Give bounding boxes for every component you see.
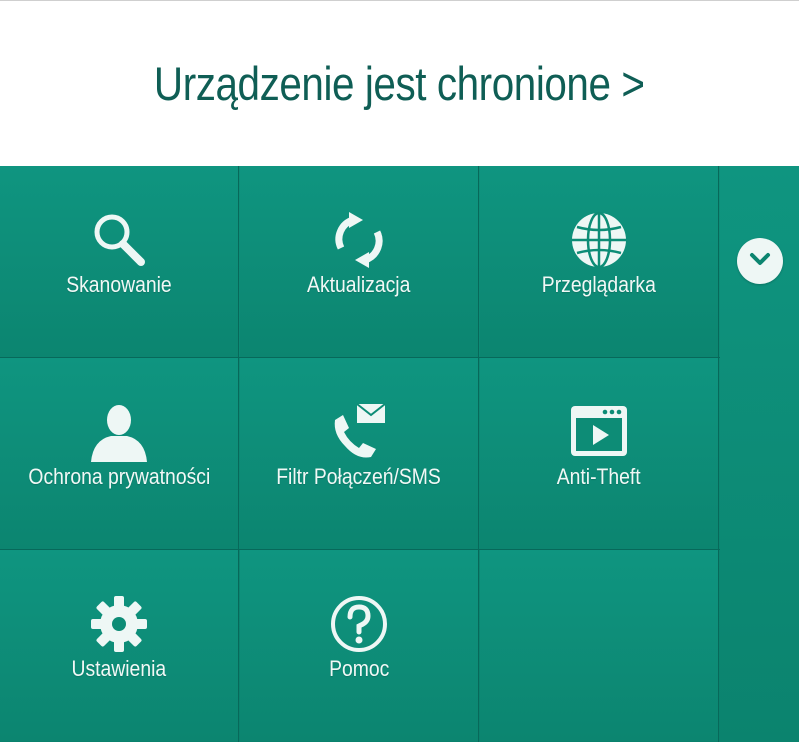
tile-update-label: Aktualizacja <box>307 272 411 297</box>
question-icon <box>327 592 391 656</box>
tile-browser[interactable]: Przeglądarka <box>480 166 718 357</box>
tile-privacy-label: Ochrona prywatności <box>28 464 210 489</box>
grid-divider <box>0 549 720 550</box>
tile-settings-label: Ustawienia <box>71 656 167 681</box>
tile-scan[interactable]: Skanowanie <box>0 166 238 357</box>
grid-divider <box>0 357 720 358</box>
tile-scan-label: Skanowanie <box>66 272 172 297</box>
tile-call-filter-label: Filtr Połączeń/SMS <box>276 464 442 489</box>
tile-browser-label: Przeglądarka <box>541 272 657 297</box>
tile-anti-theft[interactable]: Anti-Theft <box>480 358 718 549</box>
globe-icon <box>567 208 631 272</box>
gear-icon <box>87 592 151 656</box>
chevron-down-icon <box>748 251 772 272</box>
feature-grid: Skanowanie Aktualizacja Przeglądarka Och… <box>0 166 799 742</box>
tile-privacy[interactable]: Ochrona prywatności <box>0 358 238 549</box>
magnifier-icon <box>87 208 151 272</box>
protection-status-title: Urządzenie jest chronione > <box>154 57 645 110</box>
phone-envelope-icon <box>327 400 391 464</box>
expand-button[interactable] <box>737 238 783 284</box>
grid-divider <box>478 166 479 742</box>
grid-divider <box>238 166 239 742</box>
refresh-icon <box>327 208 391 272</box>
tile-call-filter[interactable]: Filtr Połączeń/SMS <box>240 358 478 549</box>
grid-divider <box>718 166 719 742</box>
tile-help[interactable]: Pomoc <box>240 550 478 741</box>
tile-help-label: Pomoc <box>328 656 390 681</box>
tile-update[interactable]: Aktualizacja <box>240 166 478 357</box>
tile-empty <box>480 550 718 741</box>
person-icon <box>87 400 151 464</box>
tile-settings[interactable]: Ustawienia <box>0 550 238 741</box>
tile-anti-theft-label: Anti-Theft <box>557 464 641 489</box>
browser-window-play-icon <box>567 400 631 464</box>
protection-status-header[interactable]: Urządzenie jest chronione > <box>0 0 799 166</box>
